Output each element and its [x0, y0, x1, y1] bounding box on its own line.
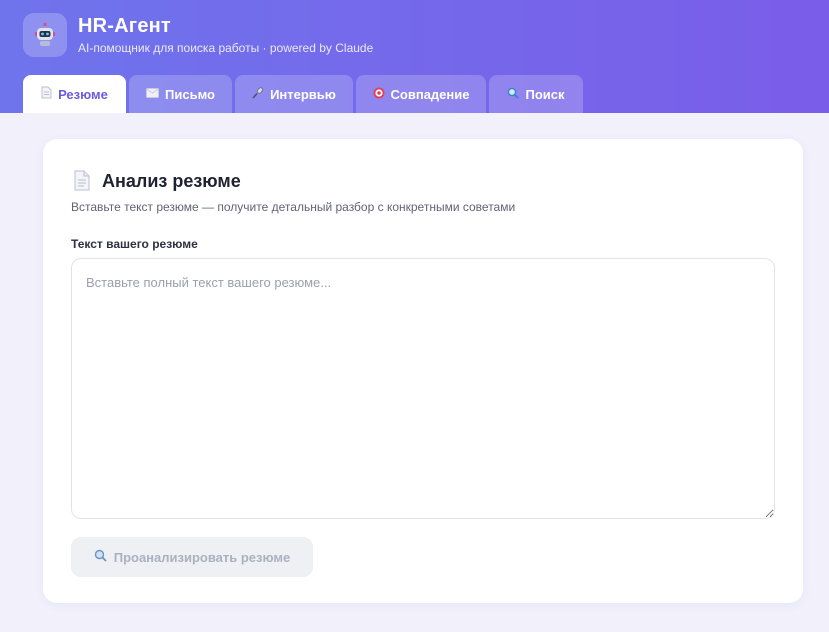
resume-field-label: Текст вашего резюме: [71, 237, 198, 251]
analyze-resume-button[interactable]: Проанализировать резюме: [71, 537, 313, 577]
tab-letter[interactable]: Письмо: [129, 75, 232, 113]
app-header: HR-Агент AI-помощник для поиска работы ·…: [0, 0, 829, 113]
magnifier-icon: [507, 87, 520, 102]
card-title: Анализ резюме: [102, 171, 241, 191]
tab-match[interactable]: Совпадение: [356, 75, 486, 113]
tab-label: Резюме: [58, 86, 108, 102]
tab-resume[interactable]: Резюме: [23, 75, 126, 113]
tab-label: Совпадение: [390, 86, 470, 102]
app-title: HR-Агент: [78, 15, 171, 37]
tab-label: Поиск: [525, 86, 565, 102]
target-icon: [373, 87, 385, 102]
app-subtitle: AI-помощник для поиска работы · powered …: [78, 41, 374, 55]
resume-analysis-card: Анализ резюме Вставьте текст резюме — по…: [43, 139, 803, 603]
card-description: Вставьте текст резюме — получите детальн…: [71, 200, 516, 214]
analyze-button-label: Проанализировать резюме: [113, 549, 291, 565]
document-icon: [41, 86, 52, 102]
resume-textarea[interactable]: [71, 258, 775, 519]
magnifier-icon: [94, 549, 107, 565]
document-icon: [73, 170, 91, 196]
microphone-icon: [252, 86, 264, 102]
envelope-icon: [146, 87, 160, 101]
tab-search[interactable]: Поиск: [489, 75, 583, 113]
tab-interview[interactable]: Интервью: [235, 75, 353, 113]
robot-icon: [23, 13, 67, 57]
tab-label: Интервью: [270, 86, 336, 102]
tab-label: Письмо: [165, 86, 215, 102]
